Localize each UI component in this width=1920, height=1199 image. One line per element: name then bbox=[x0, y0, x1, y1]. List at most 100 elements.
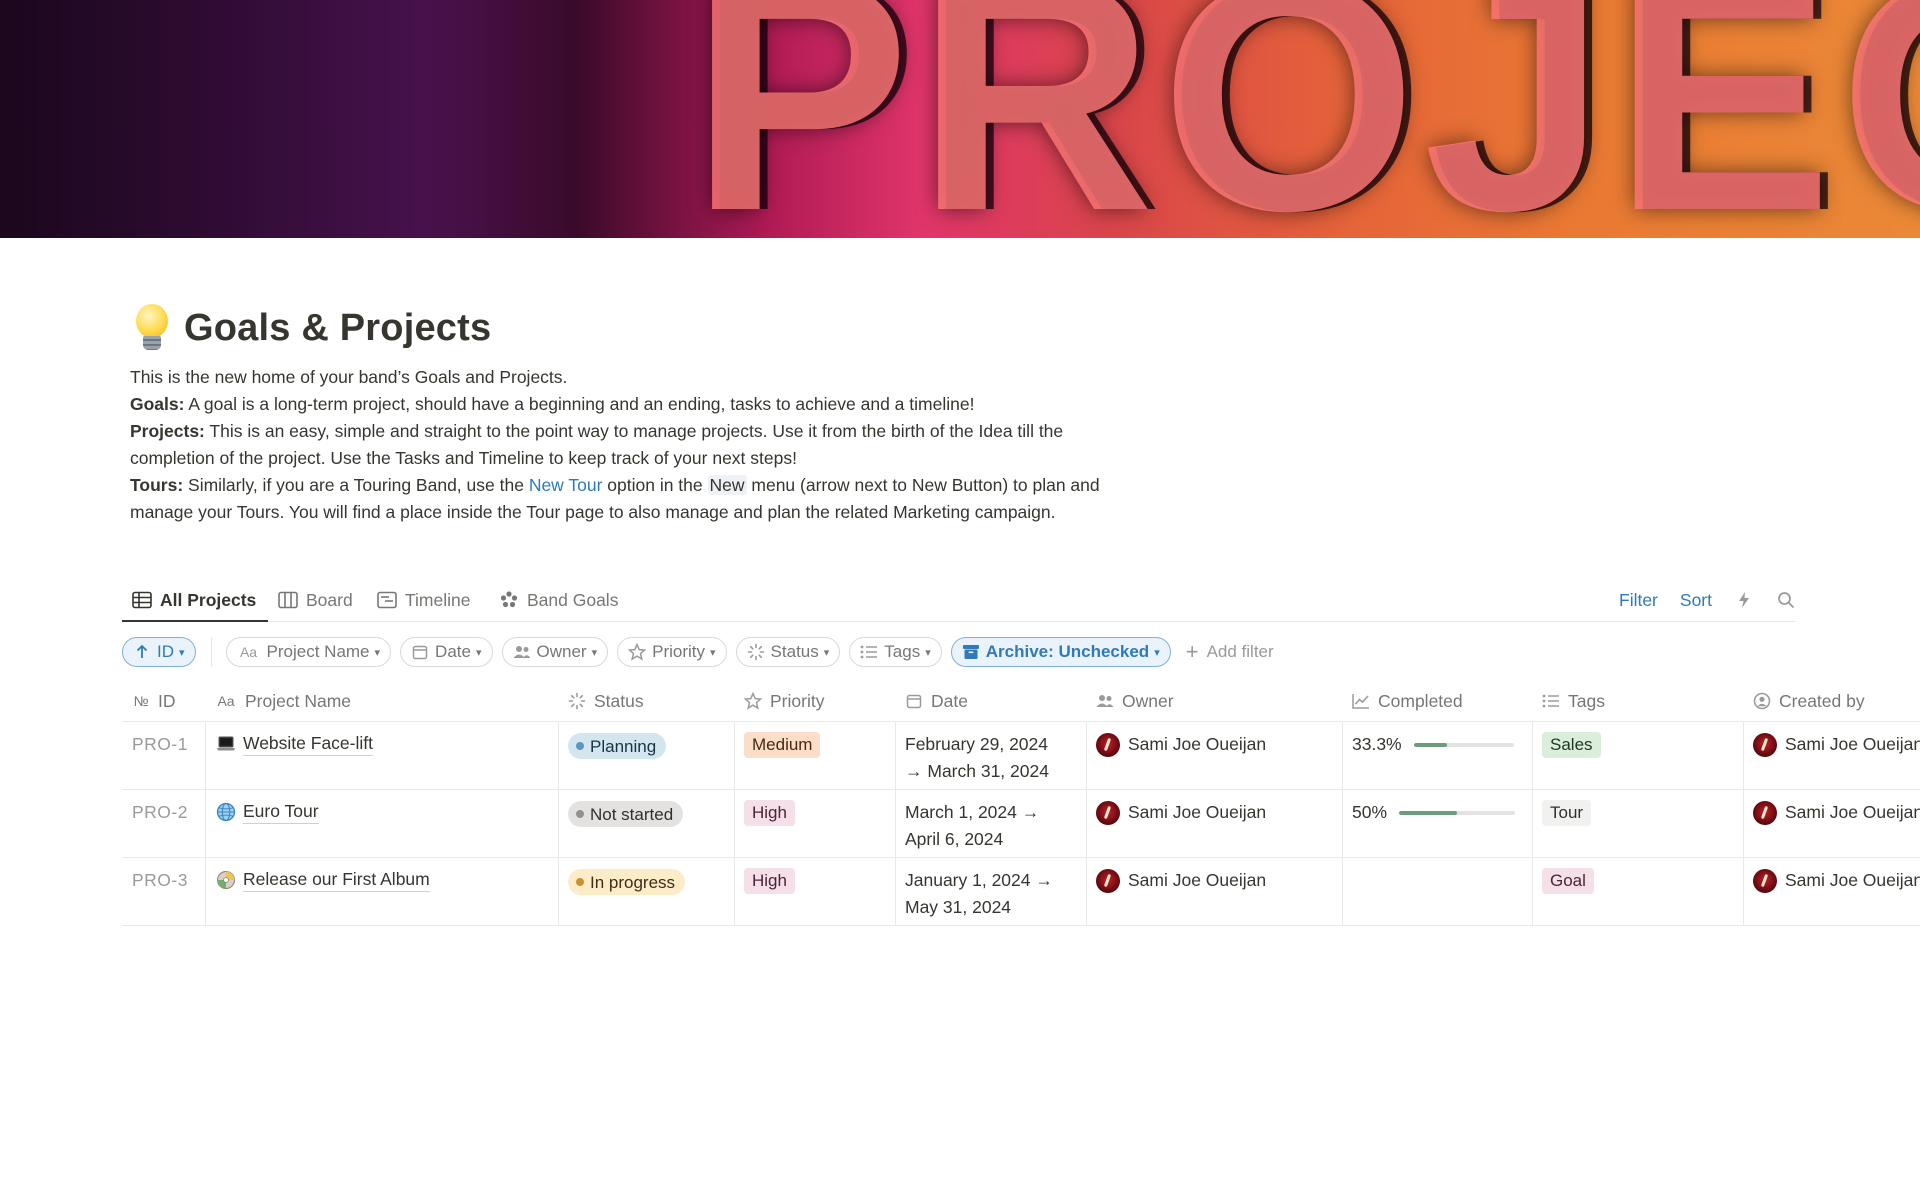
priority-tag: High bbox=[744, 799, 795, 826]
chip-label: Project Name bbox=[266, 642, 370, 661]
column-header-status[interactable]: Status bbox=[558, 680, 734, 722]
status-label: Planning bbox=[590, 736, 657, 756]
filter-chip-owner[interactable]: Owner ▾ bbox=[501, 637, 609, 667]
tab-band-goals[interactable]: Band Goals bbox=[499, 584, 618, 616]
owner-cell[interactable]: Sami Joe Oueijan bbox=[1086, 722, 1342, 790]
tag-badge: Tour bbox=[1542, 799, 1592, 826]
active-tab-indicator bbox=[122, 620, 268, 622]
tags-cell[interactable]: Tour bbox=[1532, 790, 1743, 858]
priority-cell[interactable]: High bbox=[734, 790, 895, 858]
id-cell: PRO-2 bbox=[132, 802, 188, 822]
date-cell[interactable]: February 29, 2024 → March 31, 2024 bbox=[895, 722, 1086, 790]
chip-label: ID bbox=[157, 642, 174, 661]
status-cell[interactable]: Not started bbox=[558, 790, 734, 858]
text-property-icon: Aa bbox=[239, 644, 258, 660]
status-cell[interactable]: In progress bbox=[558, 858, 734, 926]
cover-image: PROJECTS bbox=[0, 0, 1920, 238]
chevron-down-icon: ▾ bbox=[1154, 646, 1160, 659]
column-header-project-name[interactable]: Aa Project Name bbox=[205, 680, 558, 722]
column-header-priority[interactable]: Priority bbox=[734, 680, 895, 722]
filter-chip-status[interactable]: Status ▾ bbox=[735, 637, 841, 667]
tab-label: Timeline bbox=[405, 589, 471, 610]
created-by-name: Sami Joe Oueijan bbox=[1785, 870, 1920, 890]
tags-cell[interactable]: Goal bbox=[1532, 858, 1743, 926]
completed-cell: 50% bbox=[1342, 790, 1532, 858]
filter-button[interactable]: Filter bbox=[1619, 590, 1658, 611]
project-name-cell[interactable]: Release our First Album bbox=[205, 858, 558, 926]
project-name-cell[interactable]: Website Face-lift bbox=[205, 722, 558, 790]
add-filter-button[interactable]: + Add filter bbox=[1186, 641, 1274, 663]
chevron-down-icon: ▾ bbox=[925, 646, 931, 659]
filter-chip-date[interactable]: Date ▾ bbox=[400, 637, 493, 667]
tab-timeline[interactable]: Timeline bbox=[377, 584, 470, 616]
view-actions: Filter Sort bbox=[1619, 584, 1796, 616]
column-divider bbox=[895, 722, 896, 926]
column-header-label: ID bbox=[158, 690, 176, 711]
column-header-tags[interactable]: Tags bbox=[1532, 680, 1743, 722]
star-icon bbox=[744, 692, 762, 710]
column-header-label: Created by bbox=[1779, 690, 1865, 711]
sort-button[interactable]: Sort bbox=[1680, 590, 1712, 611]
column-header-label: Date bbox=[931, 690, 968, 711]
table-icon bbox=[132, 590, 152, 610]
owner-cell[interactable]: Sami Joe Oueijan bbox=[1086, 790, 1342, 858]
date-start: January 1, 2024 → bbox=[905, 870, 1053, 890]
column-divider bbox=[558, 722, 559, 926]
tab-all-projects[interactable]: All Projects bbox=[132, 584, 256, 616]
column-header-owner[interactable]: Owner bbox=[1086, 680, 1342, 722]
project-name[interactable]: Website Face-lift bbox=[243, 731, 373, 756]
column-header-created-by[interactable]: Created by bbox=[1743, 680, 1920, 722]
goals-paragraph: Goals: A goal is a long-term project, sh… bbox=[130, 391, 1130, 418]
owner-cell[interactable]: Sami Joe Oueijan bbox=[1086, 858, 1342, 926]
completed-cell: 33.3% bbox=[1342, 722, 1532, 790]
priority-cell[interactable]: High bbox=[734, 858, 895, 926]
filter-chips: ID ▾ Aa Project Name ▾ Date ▾ Owner ▾ Pr… bbox=[122, 636, 1274, 668]
project-name[interactable]: Release our First Album bbox=[243, 867, 430, 892]
new-tour-link[interactable]: New Tour bbox=[529, 475, 603, 495]
column-header-completed[interactable]: Completed bbox=[1342, 680, 1532, 722]
laptop-icon bbox=[215, 733, 237, 755]
lightbulb-icon[interactable] bbox=[130, 302, 174, 354]
lightning-icon[interactable] bbox=[1734, 590, 1754, 610]
views-bar: All Projects Board Timeline Band Goals F… bbox=[122, 578, 1796, 622]
date-cell[interactable]: January 1, 2024 → May 31, 2024 bbox=[895, 858, 1086, 926]
goals-label: Goals: bbox=[130, 394, 185, 414]
status-badge: Not started bbox=[568, 801, 684, 827]
created-by-cell: Sami Joe Oueijan bbox=[1743, 790, 1920, 858]
id-cell: PRO-3 bbox=[132, 870, 188, 890]
table-row[interactable]: PRO-3 Release our First Album In progres… bbox=[122, 858, 1920, 926]
progress-fill bbox=[1399, 810, 1458, 815]
project-name-cell[interactable]: Euro Tour bbox=[205, 790, 558, 858]
new-menu-code: New bbox=[707, 475, 747, 495]
page-header: Goals & Projects This is the new home of… bbox=[130, 300, 1130, 526]
filter-chip-tags[interactable]: Tags ▾ bbox=[849, 637, 942, 667]
status-badge: Planning bbox=[568, 733, 667, 759]
column-header-date[interactable]: Date bbox=[895, 680, 1086, 722]
filter-chip-priority[interactable]: Priority ▾ bbox=[617, 637, 727, 667]
status-cell[interactable]: Planning bbox=[558, 722, 734, 790]
date-cell[interactable]: March 1, 2024 → April 6, 2024 bbox=[895, 790, 1086, 858]
table-row[interactable]: PRO-2 Euro Tour Not started High March 1… bbox=[122, 790, 1920, 858]
filter-chip-archive[interactable]: Archive: Unchecked ▾ bbox=[950, 637, 1171, 667]
column-header-label: Project Name bbox=[245, 690, 352, 711]
table-row[interactable]: PRO-1 Website Face-lift Planning Medium … bbox=[122, 722, 1920, 790]
priority-cell[interactable]: Medium bbox=[734, 722, 895, 790]
search-icon[interactable] bbox=[1776, 590, 1796, 610]
tab-label: All Projects bbox=[160, 589, 257, 610]
page-description: This is the new home of your band’s Goal… bbox=[130, 364, 1130, 526]
column-header-id[interactable]: № ID bbox=[122, 680, 205, 722]
status-badge: In progress bbox=[568, 869, 686, 895]
sort-chip-id[interactable]: ID ▾ bbox=[122, 637, 196, 667]
list-icon bbox=[860, 643, 878, 661]
status-dot bbox=[576, 810, 584, 818]
list-icon bbox=[1542, 692, 1560, 710]
created-by-cell: Sami Joe Oueijan bbox=[1743, 858, 1920, 926]
tags-cell[interactable]: Sales bbox=[1532, 722, 1743, 790]
project-name[interactable]: Euro Tour bbox=[243, 799, 319, 824]
page-title[interactable]: Goals & Projects bbox=[184, 307, 491, 350]
filter-chip-project-name[interactable]: Aa Project Name ▾ bbox=[225, 637, 392, 667]
tours-text-1: Similarly, if you are a Touring Band, us… bbox=[183, 475, 529, 495]
avatar bbox=[1753, 732, 1777, 757]
tab-board[interactable]: Board bbox=[278, 584, 353, 616]
chip-label: Priority bbox=[652, 642, 706, 661]
